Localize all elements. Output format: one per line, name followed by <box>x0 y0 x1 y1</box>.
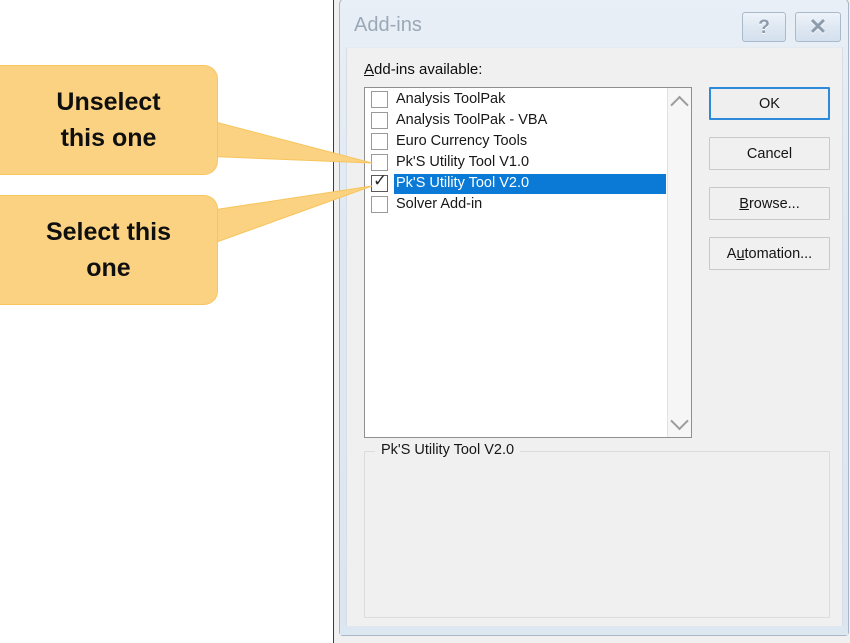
dialog-client-area: Add-ins available: Analysis ToolPak Analy… <box>346 47 843 631</box>
close-icon: ✕ <box>808 14 828 39</box>
checkbox-icon[interactable] <box>371 133 388 150</box>
list-item-label: Euro Currency Tools <box>396 132 528 149</box>
checkbox-icon[interactable] <box>371 91 388 108</box>
callout-select: Select this one <box>0 195 218 305</box>
list-item[interactable]: Euro Currency Tools <box>365 131 667 152</box>
checkbox-icon[interactable]: ✓ <box>371 171 388 192</box>
callout-select-line2: one <box>86 254 131 282</box>
callout-unselect: Unselect this one <box>0 65 218 175</box>
scroll-down-icon[interactable] <box>668 411 691 433</box>
help-button[interactable]: ? <box>742 12 786 42</box>
checkbox-icon[interactable] <box>371 196 388 213</box>
screenshot-canvas: Add-ins ? ✕ Add-ins available: Analysis … <box>0 0 850 643</box>
cancel-button[interactable]: Cancel <box>709 137 830 170</box>
add-ins-dialog: Add-ins ? ✕ Add-ins available: Analysis … <box>333 0 850 643</box>
browse-button[interactable]: Browse... <box>709 187 830 220</box>
dialog-titlebar: Add-ins ? ✕ <box>340 0 848 48</box>
ok-button-label: OK <box>759 95 780 112</box>
callout-unselect-line2: this one <box>60 124 157 152</box>
add-ins-available-label: Add-ins available: <box>364 61 482 78</box>
list-item[interactable]: Analysis ToolPak - VBA <box>365 110 667 131</box>
list-item-label: Solver Add-in <box>396 195 483 212</box>
cancel-button-label: Cancel <box>746 145 793 162</box>
list-item-label: Pk'S Utility Tool V1.0 <box>396 153 530 170</box>
list-item[interactable]: Pk'S Utility Tool V1.0 <box>365 152 667 173</box>
scroll-up-icon[interactable] <box>668 92 691 114</box>
list-item[interactable]: Analysis ToolPak <box>365 89 667 110</box>
list-item-label: Analysis ToolPak <box>396 90 506 107</box>
description-groupbox: Pk'S Utility Tool V2.0 <box>364 442 830 618</box>
close-button[interactable]: ✕ <box>795 12 841 42</box>
callout-unselect-line1: Unselect <box>56 87 161 116</box>
listbox-scrollbar[interactable] <box>667 88 691 437</box>
dialog-bottom-strip <box>340 626 848 635</box>
description-legend: Pk'S Utility Tool V2.0 <box>375 442 521 458</box>
browse-button-label: Browse... <box>739 195 800 212</box>
list-item[interactable]: Solver Add-in <box>365 194 667 215</box>
dialog-title: Add-ins <box>354 14 422 36</box>
list-item[interactable]: ✓ Pk'S Utility Tool V2.0 <box>365 171 667 194</box>
add-ins-listbox[interactable]: Analysis ToolPak Analysis ToolPak - VBA Eu… <box>364 87 692 438</box>
automation-button-label: Automation... <box>726 245 813 262</box>
dialog-frame: Add-ins ? ✕ Add-ins available: Analysis … <box>339 0 849 636</box>
automation-button[interactable]: Automation... <box>709 237 830 270</box>
check-icon: ✓ <box>373 171 388 190</box>
question-mark-icon: ? <box>758 16 770 38</box>
checkbox-icon[interactable] <box>371 112 388 129</box>
callout-select-line1: Select this <box>45 217 172 246</box>
add-ins-list: Analysis ToolPak Analysis ToolPak - VBA Eu… <box>365 89 667 215</box>
checkbox-icon[interactable] <box>371 154 388 171</box>
list-item-label: Analysis ToolPak - VBA <box>396 111 548 128</box>
list-item-label: Pk'S Utility Tool V2.0 <box>394 173 666 194</box>
ok-button[interactable]: OK <box>709 87 830 120</box>
accel-letter: A <box>364 61 375 78</box>
label-rest: dd-ins available: <box>374 61 483 78</box>
